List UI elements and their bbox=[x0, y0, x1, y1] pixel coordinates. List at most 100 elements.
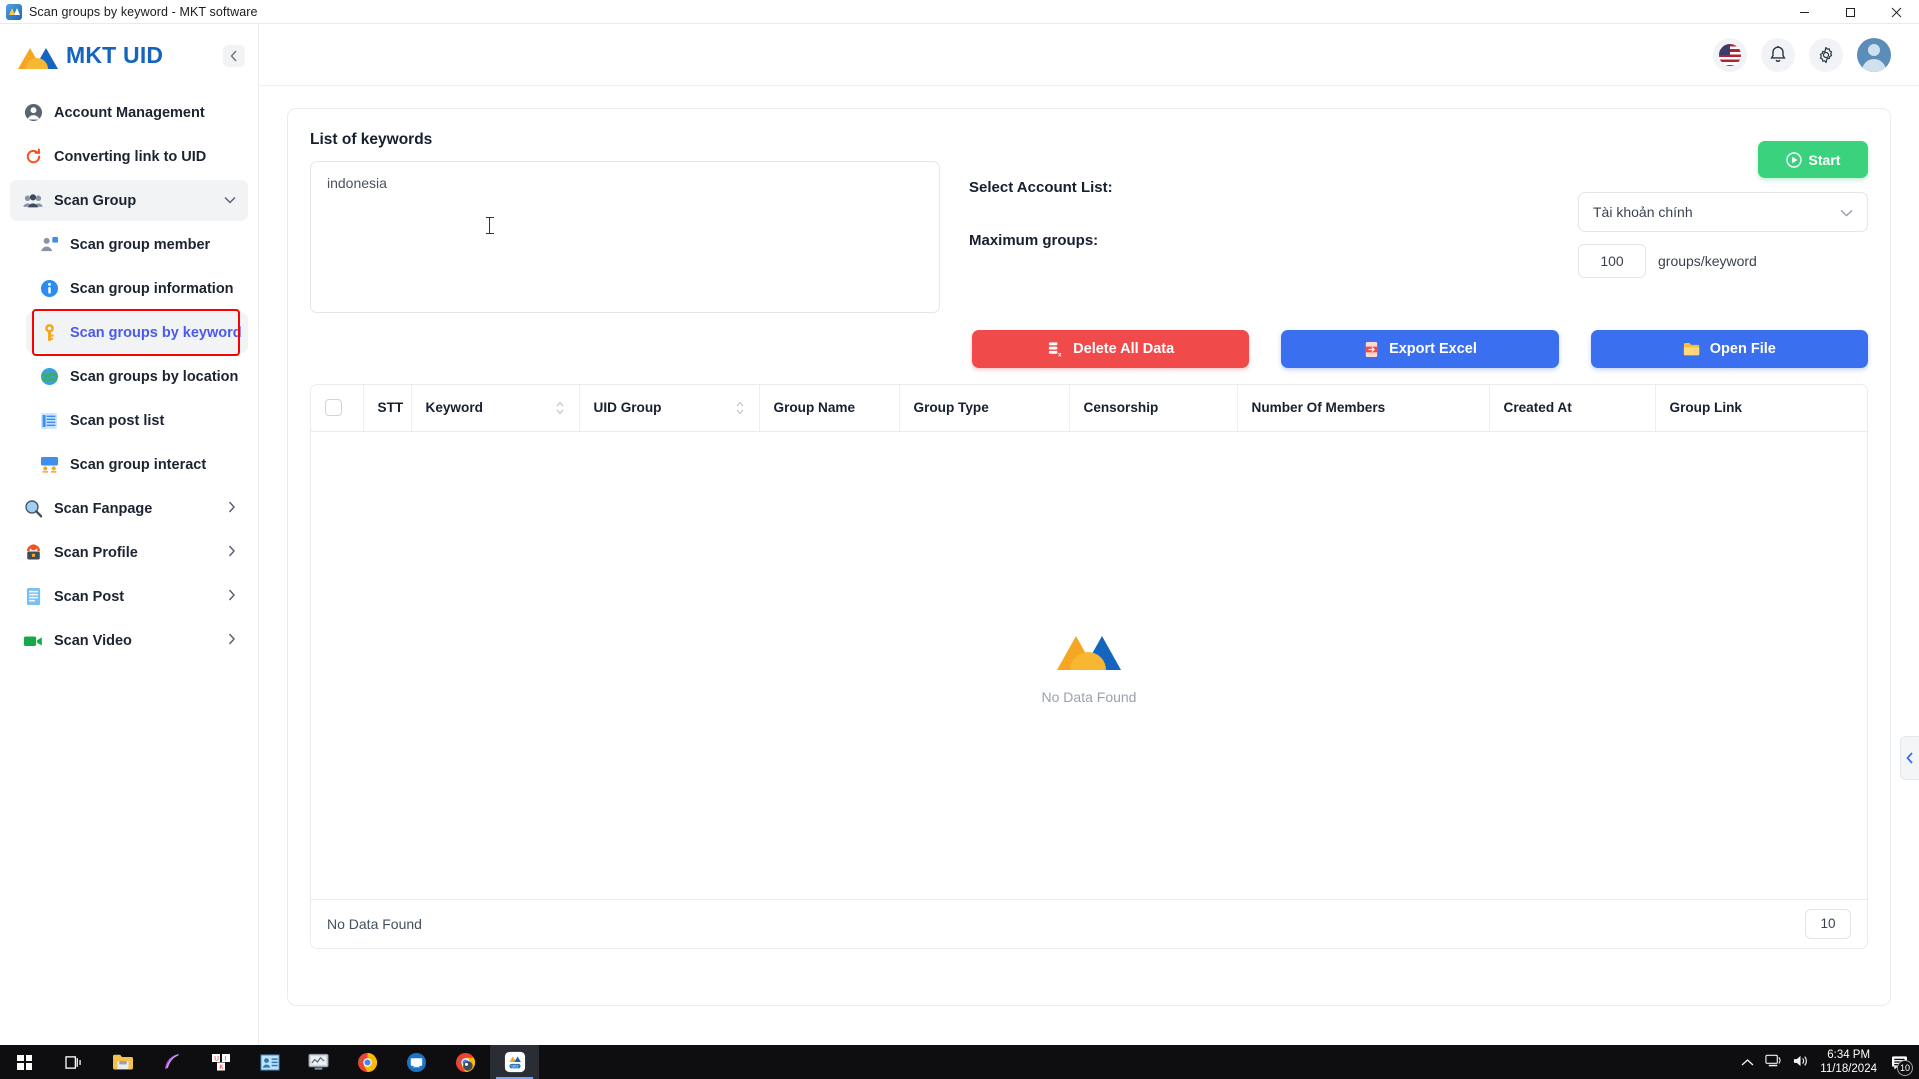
sort-icon[interactable] bbox=[735, 400, 745, 416]
notifications-button[interactable] bbox=[1761, 37, 1795, 72]
action-center-button[interactable]: 10 bbox=[1888, 1051, 1913, 1076]
footer-status-text: No Data Found bbox=[327, 915, 422, 932]
sidebar-item-scan-fanpage[interactable]: Scan Fanpage bbox=[10, 488, 248, 529]
sort-icon[interactable] bbox=[555, 400, 565, 416]
sidebar-item-scan-post[interactable]: Scan Post bbox=[10, 576, 248, 617]
sidebar-item-scan-group-interact[interactable]: Scan group interact bbox=[26, 444, 248, 485]
delete-all-data-button[interactable]: x Delete All Data bbox=[972, 330, 1250, 368]
side-drawer-toggle[interactable] bbox=[1900, 736, 1919, 780]
sidebar-collapse-button[interactable] bbox=[223, 45, 245, 67]
chevron-right-icon bbox=[228, 545, 236, 560]
max-groups-input[interactable]: 100 bbox=[1578, 244, 1646, 278]
chrome-secondary-button[interactable] bbox=[441, 1045, 490, 1079]
sidebar-item-converting-link-to-uid[interactable]: Converting link to UID bbox=[10, 136, 248, 177]
sidebar-item-scan-groups-by-keyword[interactable]: Scan groups by keyword bbox=[26, 309, 248, 356]
action-buttons-row: x Delete All Data Export Excel Open File bbox=[310, 330, 1868, 368]
sidebar-item-label: Scan Fanpage bbox=[54, 500, 153, 517]
monitor-app-button[interactable] bbox=[294, 1045, 343, 1079]
brand-name: MKT UID bbox=[66, 41, 164, 68]
column-label: Group Name bbox=[773, 400, 856, 416]
empty-state-text: No Data Found bbox=[1041, 688, 1137, 705]
task-view-button[interactable] bbox=[49, 1045, 98, 1079]
start-button[interactable]: Start bbox=[1758, 141, 1868, 178]
volume-icon[interactable] bbox=[1793, 1054, 1809, 1071]
column-number-of-members: Number Of Members bbox=[1237, 385, 1490, 432]
select-all-checkbox[interactable] bbox=[325, 399, 342, 417]
svg-text:U: U bbox=[214, 1055, 219, 1062]
contacts-app-button[interactable] bbox=[245, 1045, 294, 1079]
settings-button[interactable] bbox=[1809, 37, 1843, 72]
windows-taskbar: UIK UID 6:34 PM 11/18/2024 10 bbox=[0, 1045, 1919, 1079]
group-icon bbox=[21, 193, 45, 209]
language-selector-button[interactable] bbox=[1713, 37, 1747, 72]
column-keyword[interactable]: Keyword bbox=[411, 385, 580, 432]
page-size-select[interactable]: 10 bbox=[1805, 908, 1851, 939]
minimize-button[interactable] bbox=[1781, 0, 1827, 24]
unikey-app-button[interactable]: UIK bbox=[196, 1045, 245, 1079]
task-view-icon bbox=[65, 1055, 81, 1069]
results-table-element: STT Keyword UID Group Group Name Group T… bbox=[311, 385, 1867, 432]
account-list-value: Tài khoản chính bbox=[1593, 204, 1693, 220]
column-label: Group Type bbox=[913, 400, 989, 416]
sidebar-item-account-management[interactable]: Account Management bbox=[10, 92, 248, 133]
maximize-button[interactable] bbox=[1827, 0, 1873, 24]
teamviewer-app-button[interactable] bbox=[392, 1045, 441, 1079]
user-circle-icon bbox=[21, 103, 45, 122]
start-button-label: Start bbox=[1808, 151, 1841, 168]
sidebar-item-scan-post-list[interactable]: Scan post list bbox=[26, 400, 248, 441]
taskbar-clock[interactable]: 6:34 PM 11/18/2024 bbox=[1820, 1048, 1877, 1076]
keywords-value: indonesia bbox=[327, 175, 387, 191]
column-stt: STT bbox=[363, 385, 412, 432]
results-table: STT Keyword UID Group Group Name Group T… bbox=[310, 384, 1868, 949]
user-plus-icon bbox=[37, 236, 61, 253]
chrome-icon bbox=[357, 1052, 378, 1072]
file-explorer-button[interactable] bbox=[98, 1045, 147, 1079]
sidebar-item-scan-group-member[interactable]: Scan group member bbox=[26, 224, 248, 265]
sidebar-item-label: Scan group information bbox=[70, 280, 234, 297]
profile-lock-icon bbox=[21, 543, 45, 562]
sidebar-item-scan-video[interactable]: Scan Video bbox=[10, 620, 248, 661]
delete-data-icon: x bbox=[1049, 341, 1062, 358]
window-title: Scan groups by keyword - MKT software bbox=[29, 4, 258, 19]
form-labels-column: Select Account List: Maximum groups: bbox=[940, 131, 1578, 249]
sidebar-item-scan-groups-by-location[interactable]: Scan groups by location bbox=[26, 356, 248, 397]
unikey-icon: U IK bbox=[211, 1054, 230, 1071]
svg-text:I: I bbox=[224, 1055, 226, 1062]
feather-app-button[interactable] bbox=[147, 1045, 196, 1079]
column-group-link: Group Link bbox=[1655, 385, 1867, 432]
interact-icon bbox=[37, 456, 61, 473]
keywords-input[interactable]: indonesia bbox=[310, 161, 940, 313]
content-area: List of keywords indonesia Select Accoun… bbox=[259, 86, 1919, 1045]
open-file-button[interactable]: Open File bbox=[1590, 330, 1868, 368]
column-uid-group[interactable]: UID Group bbox=[579, 385, 760, 432]
sidebar-item-scan-group[interactable]: Scan Group bbox=[10, 180, 248, 221]
network-icon[interactable] bbox=[1765, 1054, 1782, 1071]
app-icon bbox=[6, 3, 22, 20]
sidebar-item-label: Scan Video bbox=[54, 632, 132, 649]
controls-row: List of keywords indonesia Select Accoun… bbox=[310, 131, 1868, 313]
column-censorship: Censorship bbox=[1069, 385, 1238, 432]
sidebar-item-scan-group-information[interactable]: Scan group information bbox=[26, 268, 248, 309]
mkt-uid-app-button[interactable]: UID bbox=[490, 1045, 539, 1079]
sidebar-nav: Account Management Converting link to UI… bbox=[0, 86, 258, 661]
clock-time: 6:34 PM bbox=[1827, 1049, 1871, 1061]
brand-logo: MKT UID bbox=[0, 24, 258, 86]
user-avatar-icon[interactable] bbox=[1857, 37, 1891, 72]
chevron-down-icon bbox=[224, 195, 236, 207]
export-excel-button[interactable]: Export Excel bbox=[1281, 330, 1559, 368]
sidebar-item-scan-profile[interactable]: Scan Profile bbox=[10, 532, 248, 573]
start-button[interactable] bbox=[0, 1045, 49, 1079]
sidebar-item-label: Account Management bbox=[54, 104, 205, 121]
clock-date: 11/18/2024 bbox=[1820, 1063, 1877, 1075]
chevron-up-icon[interactable] bbox=[1741, 1055, 1754, 1070]
account-list-select[interactable]: Tài khoản chính bbox=[1578, 192, 1868, 232]
column-label: STT bbox=[377, 400, 404, 416]
play-circle-icon bbox=[1785, 151, 1802, 168]
keywords-column: List of keywords indonesia bbox=[310, 131, 940, 313]
chrome-browser-button[interactable] bbox=[343, 1045, 392, 1079]
close-button[interactable] bbox=[1873, 0, 1919, 24]
svg-text:K: K bbox=[219, 1064, 224, 1071]
sidebar-item-label: Converting link to UID bbox=[54, 148, 207, 165]
chevron-left-icon bbox=[1906, 752, 1913, 764]
mkt-uid-icon: UID bbox=[504, 1051, 525, 1073]
